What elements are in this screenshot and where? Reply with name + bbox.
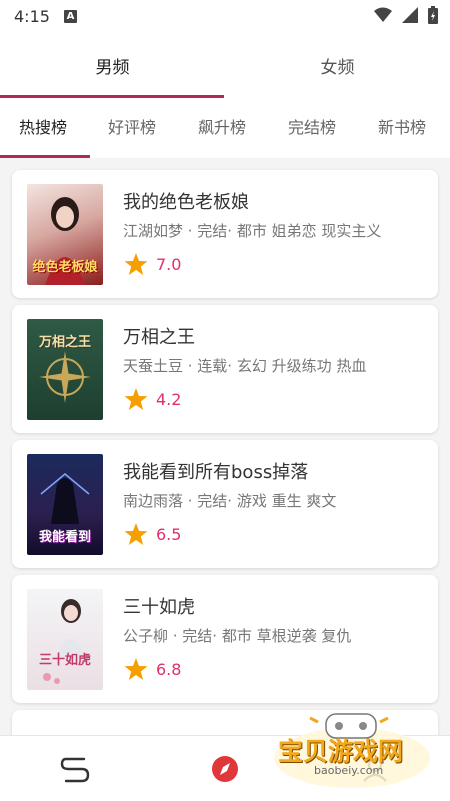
tab-female[interactable]: 女频 [225, 32, 450, 98]
book-title: 万相之王 [123, 327, 195, 348]
book-card[interactable]: 我能看到 我能看到所有boss掉落 南边雨落 · 完结· 游戏 重生 爽文 6.… [12, 440, 438, 568]
book-card[interactable]: 绝色老板娘 我的绝色老板娘 江湖如梦 · 完结· 都市 姐弟恋 现实主义 7.0 [12, 170, 438, 298]
tab-hot-search[interactable]: 热搜榜 [19, 98, 67, 158]
watermark-url: baobeiy.com [314, 764, 384, 777]
book-rating: 6.8 [124, 657, 181, 681]
book-meta: 江湖如梦 · 完结· 都市 姐弟恋 现实主义 [123, 222, 382, 240]
book-cover: 我能看到 [27, 454, 103, 555]
cover-title: 万相之王 [38, 335, 91, 350]
tab-completed[interactable]: 完结榜 [288, 98, 336, 158]
rating-value: 6.5 [156, 524, 182, 544]
star-icon [124, 388, 148, 410]
cover-title: 三十如虎 [38, 653, 91, 668]
book-title: 我的绝色老板娘 [123, 192, 249, 213]
rating-value: 4.2 [156, 389, 182, 409]
watermark-title: 宝贝游戏网 [278, 737, 404, 766]
tab-top-rated[interactable]: 好评榜 [108, 98, 156, 158]
rating-value: 6.8 [156, 659, 182, 679]
book-title: 我能看到所有boss掉落 [123, 462, 309, 483]
discover-icon[interactable] [211, 755, 239, 783]
book-rating: 7.0 [124, 252, 181, 276]
tab-male[interactable]: 男频 [0, 32, 225, 98]
notification-icon: A [63, 9, 77, 23]
active-tab-indicator [0, 155, 90, 158]
book-rating: 6.5 [124, 522, 181, 546]
star-icon [124, 523, 148, 545]
status-time: 4:15 [14, 6, 50, 26]
wifi-icon [374, 7, 392, 22]
gender-tabs: 男频 女频 [0, 32, 450, 98]
book-meta: 公子柳 · 完结· 都市 草根逆袭 复仇 [123, 627, 352, 645]
cover-title: 绝色老板娘 [32, 260, 98, 275]
star-icon [124, 658, 148, 680]
book-rating: 4.2 [124, 387, 181, 411]
book-title: 三十如虎 [123, 597, 195, 618]
book-cover: 三十如虎 [27, 589, 103, 690]
book-meta: 天蚕土豆 · 连载· 玄幻 升级练功 热血 [123, 357, 367, 375]
cover-title: 我能看到 [38, 530, 91, 545]
watermark: 宝贝游戏网 baobeiy.com [270, 700, 435, 790]
bookshelf-icon[interactable] [60, 756, 90, 784]
status-bar: 4:15 A [0, 0, 450, 32]
rating-value: 7.0 [156, 254, 182, 274]
signal-icon [402, 7, 418, 23]
book-cover: 万相之王 [27, 319, 103, 420]
book-cover: 绝色老板娘 [27, 184, 103, 285]
book-card[interactable]: 三十如虎 三十如虎 公子柳 · 完结· 都市 草根逆袭 复仇 6.8 [12, 575, 438, 703]
battery-icon [428, 6, 438, 24]
book-card[interactable]: 万相之王 万相之王 天蚕土豆 · 连载· 玄幻 升级练功 热血 4.2 [12, 305, 438, 433]
star-icon [124, 253, 148, 275]
tab-rising[interactable]: 飙升榜 [198, 98, 246, 158]
book-meta: 南边雨落 · 完结· 游戏 重生 爽文 [123, 492, 337, 510]
rank-tabs: 热搜榜 好评榜 飙升榜 完结榜 新书榜 [0, 98, 450, 158]
tab-new-books[interactable]: 新书榜 [378, 98, 426, 158]
